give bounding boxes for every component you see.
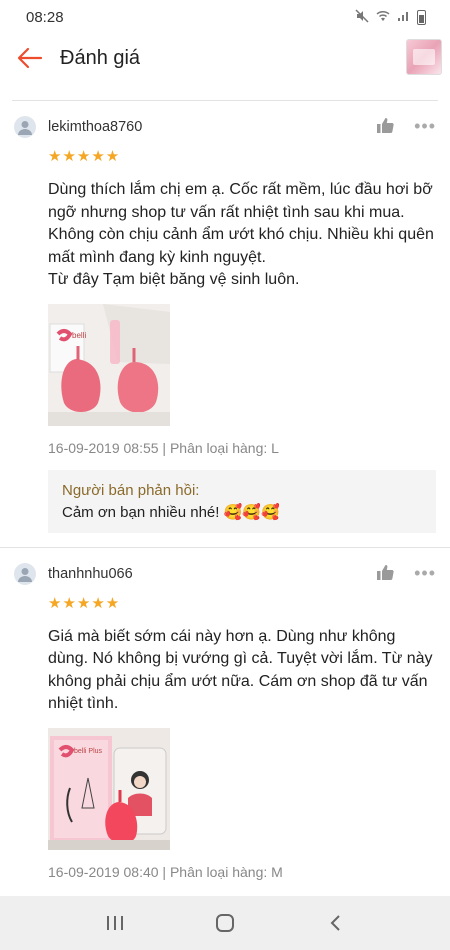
more-options-icon[interactable]: ••• xyxy=(414,563,436,584)
status-icons xyxy=(355,8,426,26)
app-bar: Đánh giá xyxy=(0,34,450,82)
avatar xyxy=(14,116,36,138)
chevron-left-icon xyxy=(330,915,340,931)
mute-icon xyxy=(355,8,369,26)
review-photo[interactable]: belli Plus xyxy=(48,727,170,850)
page-title: Đánh giá xyxy=(60,46,141,69)
arrow-left-icon xyxy=(17,47,43,69)
svg-text:belli: belli xyxy=(72,331,86,340)
status-bar: 08:28 xyxy=(0,0,450,34)
review-text: Giá mà biết sớm cái này hơn ạ. Dùng như … xyxy=(48,627,433,713)
back-nav-button[interactable] xyxy=(315,903,355,943)
like-button[interactable] xyxy=(376,117,394,139)
star-rating: ★★★★★ xyxy=(48,594,121,612)
status-time: 08:28 xyxy=(26,8,64,26)
back-button[interactable] xyxy=(12,40,48,76)
seller-reply-text: Cảm ơn bạn nhiều nhé! 🥰🥰🥰 xyxy=(62,503,280,521)
review-text: Dùng thích lắm chị em ạ. Cốc rất mềm, lú… xyxy=(48,181,434,288)
home-icon xyxy=(216,914,234,932)
review-item: thanhnhu066 ••• ★★★★★ Giá mà biết sớm cá… xyxy=(0,548,450,922)
battery-icon xyxy=(417,9,426,25)
like-button[interactable] xyxy=(376,564,394,586)
thumbs-up-icon xyxy=(377,564,394,580)
reviewer-username[interactable]: lekimthoa8760 xyxy=(48,119,142,135)
svg-text:belli Plus: belli Plus xyxy=(74,748,103,755)
divider xyxy=(12,82,438,101)
wifi-icon xyxy=(375,9,391,25)
avatar xyxy=(14,562,36,585)
recent-apps-button[interactable] xyxy=(95,903,135,943)
system-nav-bar xyxy=(0,896,450,950)
recent-apps-icon xyxy=(107,916,123,930)
review-item: lekimthoa8760 ••• ★★★★★ Dùng thích lắm c… xyxy=(0,101,450,548)
seller-reply-label: Người bán phản hồi: xyxy=(62,481,200,499)
seller-reply: Người bán phản hồi: Cảm ơn bạn nhiều nhé… xyxy=(48,469,436,533)
review-photo[interactable]: belli xyxy=(48,303,170,426)
thumbs-up-icon xyxy=(377,118,394,134)
home-button[interactable] xyxy=(205,903,245,943)
more-options-icon[interactable]: ••• xyxy=(414,116,436,137)
signal-icon xyxy=(397,9,411,25)
reviewer-username[interactable]: thanhnhu066 xyxy=(48,566,133,582)
review-meta: 16-09-2019 08:40 | Phân loại hàng: M xyxy=(48,863,283,880)
review-meta: 16-09-2019 08:55 | Phân loại hàng: L xyxy=(48,439,279,456)
product-thumbnail[interactable] xyxy=(406,39,442,75)
star-rating: ★★★★★ xyxy=(48,148,121,165)
